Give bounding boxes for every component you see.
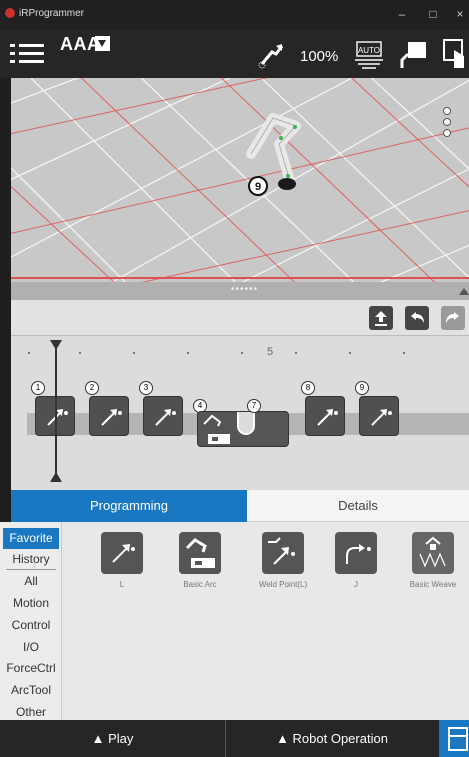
undo-icon bbox=[411, 312, 424, 323]
collapse-arrow-icon[interactable] bbox=[459, 286, 469, 296]
basic-weave-icon bbox=[419, 536, 446, 568]
3d-viewport[interactable]: 9 bbox=[11, 78, 469, 282]
node-number: 3 bbox=[139, 381, 153, 395]
palette-item-j[interactable]: J bbox=[318, 532, 394, 589]
auto-badge-text: AUTO bbox=[358, 46, 380, 55]
category-forcectrl[interactable]: ForceCtrl bbox=[0, 658, 62, 679]
timeline-node-linear[interactable] bbox=[143, 396, 183, 436]
palette-label: Weld Point(L) bbox=[258, 580, 308, 589]
ruler-tick bbox=[133, 352, 135, 354]
category-arctool[interactable]: ArcTool bbox=[0, 680, 62, 701]
ruler-tick bbox=[295, 352, 297, 354]
undo-button[interactable] bbox=[405, 306, 429, 330]
ruler-tick bbox=[28, 352, 30, 354]
category-favorite[interactable]: Favorite bbox=[3, 528, 59, 549]
minimize-button[interactable]: – bbox=[393, 5, 411, 23]
robot-pose-icon[interactable] bbox=[398, 38, 430, 72]
edit-toolbar bbox=[11, 300, 469, 336]
robot-operation-button[interactable]: ▲ Robot Operation bbox=[226, 720, 438, 757]
category-control[interactable]: Control bbox=[0, 615, 62, 636]
linear-move-icon bbox=[101, 409, 122, 426]
program-dropdown-icon[interactable] bbox=[95, 36, 110, 51]
app-window: iRProgrammer – □ × AAA 100% AUTO 9 •••••… bbox=[0, 0, 469, 757]
ruler-tick bbox=[187, 352, 189, 354]
node-number: 2 bbox=[85, 381, 99, 395]
palette-label: L bbox=[119, 580, 125, 589]
redo-button[interactable] bbox=[441, 306, 465, 330]
node-number: 9 bbox=[355, 381, 369, 395]
category-list: Favorite History All Motion Control I/O … bbox=[0, 522, 62, 720]
playhead-bottom-icon[interactable] bbox=[50, 472, 62, 482]
app-logo-icon bbox=[5, 8, 15, 18]
linear-move-icon bbox=[371, 409, 392, 426]
timeline-node-linear[interactable] bbox=[305, 396, 345, 436]
ruler-tick bbox=[79, 352, 81, 354]
joint-move-icon bbox=[346, 544, 371, 564]
program-timeline[interactable]: 5 1 2 3 4 7 8 9 bbox=[11, 336, 469, 490]
ruler-tick bbox=[241, 352, 243, 354]
basic-arc-icon bbox=[185, 538, 215, 568]
ruler-label: 5 bbox=[267, 346, 274, 358]
weld-point-icon bbox=[268, 537, 295, 565]
window-title: iRProgrammer bbox=[19, 8, 85, 19]
arc-block-icon bbox=[237, 412, 255, 435]
palette-item-weld-point[interactable]: Weld Point(L) bbox=[245, 532, 321, 589]
ruler-tick bbox=[349, 352, 351, 354]
panel-tabs: Programming Details bbox=[11, 490, 469, 522]
view-options-icon[interactable] bbox=[443, 107, 451, 137]
palette-label: Basic Arc bbox=[183, 580, 217, 589]
view-splitter[interactable]: •••••• bbox=[11, 282, 469, 300]
linear-move-icon bbox=[317, 409, 338, 426]
redo-icon bbox=[446, 312, 459, 323]
instruction-palette: L Basic Arc Weld Point(L) J Basic Weave bbox=[62, 522, 469, 720]
category-history[interactable]: History bbox=[0, 549, 62, 570]
bottom-bar: ▲ Play ▲ Robot Operation bbox=[0, 720, 469, 757]
splitter-handle[interactable]: •••••• bbox=[231, 284, 258, 295]
title-bar: iRProgrammer – □ × bbox=[0, 0, 469, 30]
top-toolbar: AAA 100% AUTO bbox=[0, 30, 469, 78]
panel-layout-icon bbox=[448, 727, 468, 751]
category-motion[interactable]: Motion bbox=[0, 593, 62, 614]
category-io[interactable]: I/O bbox=[0, 637, 62, 658]
playhead-line[interactable] bbox=[55, 344, 57, 480]
close-button[interactable]: × bbox=[451, 5, 469, 23]
upload-icon bbox=[375, 311, 387, 326]
palette-label: J bbox=[354, 580, 358, 589]
grid-floor: 9 bbox=[11, 78, 469, 282]
menu-icon[interactable] bbox=[10, 38, 46, 70]
maximize-button[interactable]: □ bbox=[424, 5, 442, 23]
linear-move-icon bbox=[155, 409, 176, 426]
tab-programming[interactable]: Programming bbox=[11, 490, 247, 522]
tab-details[interactable]: Details bbox=[247, 490, 469, 522]
touch-teach-icon[interactable] bbox=[442, 38, 469, 72]
palette-label: Basic Weave bbox=[409, 580, 457, 589]
basic-arc-icon bbox=[203, 414, 230, 444]
timeline-node-linear[interactable] bbox=[359, 396, 399, 436]
panel-toggle-button[interactable] bbox=[439, 720, 469, 757]
speed-override[interactable]: 100% bbox=[300, 48, 338, 65]
node-number: 1 bbox=[31, 381, 45, 395]
ruler-tick bbox=[403, 352, 405, 354]
palette-item-basic-arc[interactable]: Basic Arc bbox=[162, 532, 238, 589]
target-point-label: 9 bbox=[255, 181, 261, 193]
timeline-node-arc-block[interactable] bbox=[197, 411, 289, 447]
robot-arm-jog-icon[interactable] bbox=[256, 40, 292, 70]
palette-item-l[interactable]: L bbox=[84, 532, 160, 589]
node-number: 7 bbox=[247, 399, 261, 413]
node-number: 8 bbox=[301, 381, 315, 395]
linear-move-icon bbox=[112, 544, 135, 563]
play-button[interactable]: ▲ Play bbox=[0, 720, 225, 757]
upload-button[interactable] bbox=[369, 306, 393, 330]
category-all[interactable]: All bbox=[0, 571, 62, 592]
palette-item-basic-weave[interactable]: Basic Weave bbox=[395, 532, 469, 589]
timeline-node-linear[interactable] bbox=[89, 396, 129, 436]
auto-mode-icon[interactable]: AUTO bbox=[354, 40, 386, 70]
playhead-top-icon[interactable] bbox=[50, 340, 62, 350]
